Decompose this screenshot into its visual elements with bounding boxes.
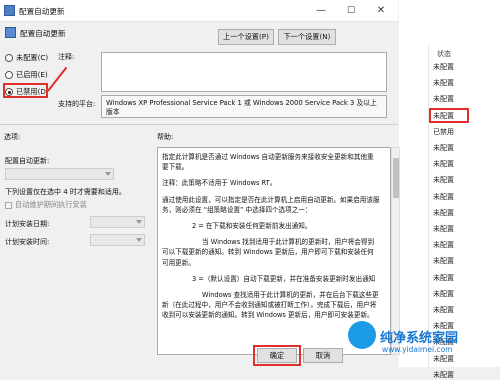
state-list-item[interactable]: 未配置 (433, 224, 454, 234)
state-list-item[interactable]: 未配置 (433, 94, 454, 104)
schedule-time-label: 计划安装时间: (5, 238, 50, 246)
state-list-item[interactable]: 未配置 (433, 354, 454, 364)
maintenance-checkbox-label: 自动维护期间执行安装 (15, 200, 87, 209)
state-list-item[interactable]: 未配置 (433, 208, 454, 218)
state-list-item[interactable]: 未配置 (433, 256, 454, 266)
chevron-down-icon (136, 220, 142, 224)
state-list-item[interactable]: 未配置 (433, 240, 454, 250)
state-list-item[interactable]: 未配置 (433, 143, 454, 153)
watermark-url: www.yidaimei.com (382, 345, 453, 354)
divider (0, 124, 398, 125)
schedule-time-dropdown[interactable] (90, 234, 145, 246)
annotation-arrow (47, 66, 68, 92)
minimize-button[interactable]: — (306, 2, 336, 20)
state-column-header[interactable]: 状态 (437, 49, 451, 59)
state-list-item[interactable]: 未配置 (433, 273, 454, 283)
state-list-item[interactable]: 未配置 (433, 289, 454, 299)
prev-setting-button[interactable]: 上一个设置(P) (218, 29, 274, 45)
platform-label: 支持的平台: (58, 100, 96, 108)
state-list-item[interactable]: 已禁用 (433, 127, 454, 137)
setting-title: 配置自动更新 (20, 29, 66, 38)
schedule-day-label: 计划安装日期: (5, 220, 50, 228)
configure-updates-label: 配置自动更新: (5, 157, 50, 165)
platform-field: Windows XP Professional Service Pack 1 或… (101, 95, 387, 118)
checkbox[interactable] (5, 201, 12, 209)
state-list-item[interactable]: 未配置 (433, 159, 454, 169)
radio-circle[interactable] (5, 71, 13, 79)
maintenance-checkbox-row[interactable]: 自动维护期间执行安装 (5, 200, 87, 210)
setting-icon (5, 27, 16, 38)
maximize-button[interactable]: ☐ (336, 2, 366, 20)
help-paragraph: 2 = 在下载和安装任何更新前发出通知。 (192, 222, 312, 231)
highlight-box-disabled (3, 83, 48, 98)
help-paragraph: Windows 查找适用于此计算机的更新，并在后台下载这些更新（在此过程中，用户… (162, 291, 379, 320)
comment-label: 注释: (58, 53, 75, 61)
policy-icon (4, 5, 15, 16)
radio-label: 未配置(C) (16, 53, 49, 62)
radio-enabled[interactable]: 已启用(E) (5, 70, 48, 80)
help-paragraph: 注释：此策略不适用于 Windows RT。 (162, 179, 277, 188)
help-label: 帮助: (157, 133, 174, 141)
state-list-item[interactable]: 未配置 (433, 305, 454, 315)
highlight-box-state (429, 108, 469, 123)
state-list-item[interactable]: 未配置 (433, 192, 454, 202)
schedule-day-dropdown[interactable] (90, 216, 145, 228)
help-paragraph: 3 =（默认设置）自动下载更新，并在准备安装更新时发出通知 (192, 274, 376, 283)
radio-label: 已启用(E) (16, 70, 48, 79)
install-note: 下列设置仅在选中 4 时才需要和适用。 (5, 188, 126, 196)
help-scrollbar[interactable] (391, 147, 400, 355)
highlight-box-ok (253, 345, 301, 366)
help-paragraph: 通过使用此设置，可以指定是否在此计算机上启用自动更新。如果启用该服务，则必须在 … (162, 195, 380, 214)
options-label: 选项: (4, 133, 21, 141)
close-button[interactable]: ✕ (366, 2, 396, 20)
comment-field[interactable] (101, 52, 387, 92)
state-list-item[interactable]: 未配置 (433, 62, 454, 72)
configure-updates-dropdown[interactable] (5, 168, 114, 180)
state-list-item[interactable]: 未配置 (433, 78, 454, 88)
scroll-thumb[interactable] (393, 158, 399, 198)
radio-circle[interactable] (5, 54, 13, 62)
help-paragraph: 当 Windows 找到适用于此计算机的更新时，用户将会得到可以下载更新的通知。… (162, 238, 375, 267)
help-paragraph: 指定此计算机是否通过 Windows 自动更新服务来接收安全更新和其他重要下载。 (162, 153, 374, 172)
watermark-logo-icon (348, 321, 376, 349)
window-title: 配置自动更新 (19, 7, 65, 16)
next-setting-button[interactable]: 下一个设置(N) (278, 29, 336, 45)
state-list-item[interactable]: 未配置 (433, 370, 454, 380)
state-list-item[interactable]: 未配置 (433, 175, 454, 185)
watermark-name: 纯净系统家园 (380, 331, 459, 346)
chevron-down-icon (136, 238, 142, 242)
chevron-down-icon (105, 172, 111, 176)
radio-not-configured[interactable]: 未配置(C) (5, 53, 48, 63)
column-separator (428, 44, 429, 367)
cancel-button[interactable]: 取消 (303, 348, 343, 363)
